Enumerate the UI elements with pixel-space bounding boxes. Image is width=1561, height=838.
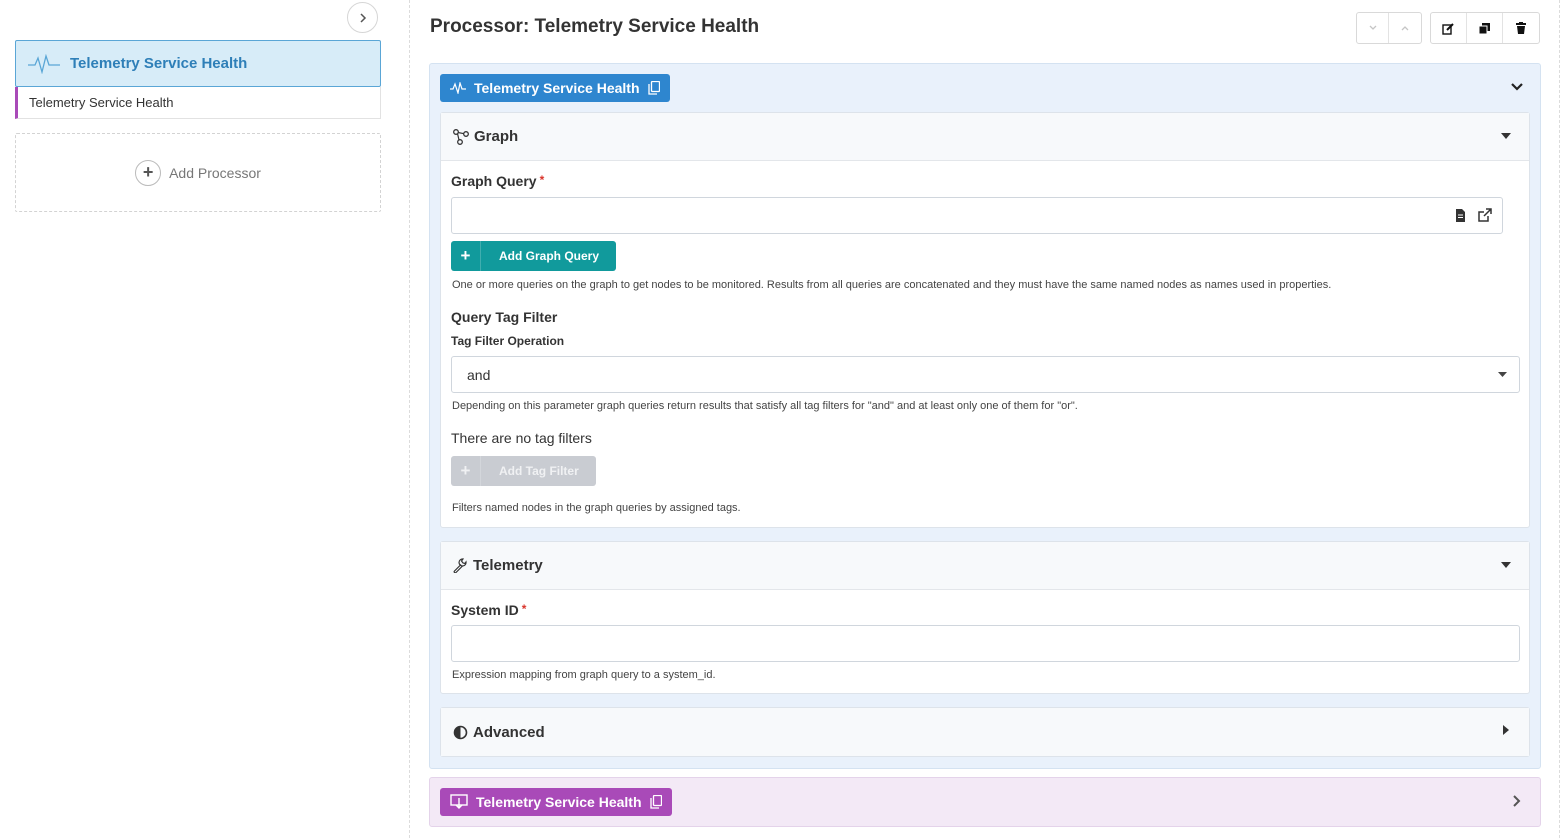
tag-filter-operation-label: Tag Filter Operation xyxy=(451,334,565,348)
edit-button[interactable] xyxy=(1431,13,1467,43)
action-button-group xyxy=(1430,12,1540,44)
required-mark: * xyxy=(521,602,527,616)
graph-icon xyxy=(453,128,469,145)
add-tag-filter-label: Add Tag Filter xyxy=(499,464,579,478)
wrench-icon xyxy=(453,558,468,573)
processor-editor-card: Telemetry Service Health Graph Graph Que… xyxy=(429,63,1541,769)
processor-badge: Telemetry Service Health xyxy=(440,74,670,102)
system-id-input[interactable] xyxy=(451,625,1520,662)
expand-sink-button[interactable] xyxy=(1512,794,1522,811)
panel-divider xyxy=(409,0,410,838)
sink-badge: Telemetry Service Health xyxy=(440,788,672,816)
tag-filter-operation-help: Depending on this parameter graph querie… xyxy=(452,400,1078,412)
collapse-sidebar-button[interactable] xyxy=(347,2,378,33)
right-edge-divider xyxy=(1559,0,1560,838)
graph-section-header[interactable]: Graph xyxy=(441,113,1529,161)
file-icon[interactable] xyxy=(1455,209,1466,222)
graph-section: Graph Graph Query * + Add Graph Query One… xyxy=(440,112,1530,528)
chevron-right-icon xyxy=(1513,795,1521,807)
add-graph-query-label: Add Graph Query xyxy=(499,249,600,263)
sink-badge-label: Telemetry Service Health xyxy=(476,794,642,810)
advanced-section-header[interactable]: Advanced xyxy=(441,708,1529,756)
half-circle-icon xyxy=(453,725,468,740)
copy-icon[interactable] xyxy=(649,795,662,809)
plus-circle-icon: + xyxy=(135,159,162,186)
tag-filter-help: Filters named nodes in the graph queries… xyxy=(452,502,741,514)
edit-icon xyxy=(1442,22,1454,35)
processor-badge-label: Telemetry Service Health xyxy=(474,80,640,96)
tag-filter-operation-value: and xyxy=(467,367,491,383)
advanced-section: Advanced xyxy=(440,707,1530,757)
telemetry-section-title: Telemetry xyxy=(473,557,543,574)
graph-query-input[interactable] xyxy=(451,197,1503,234)
telemetry-section: Telemetry System ID * Expression mapping … xyxy=(440,541,1530,694)
chevron-down-icon xyxy=(1511,83,1523,91)
chevron-up-icon xyxy=(1401,26,1409,31)
pulse-icon xyxy=(450,82,466,94)
plus-icon: + xyxy=(451,241,481,271)
system-id-help: Expression mapping from graph query to a… xyxy=(452,669,716,681)
caret-down-icon xyxy=(1501,133,1511,139)
tag-filter-operation-select[interactable]: and xyxy=(451,356,1520,393)
processor-card-title: Telemetry Service Health xyxy=(70,55,248,72)
move-up-button[interactable] xyxy=(1389,13,1421,43)
graph-section-title: Graph xyxy=(474,128,519,145)
processor-card-subitem[interactable]: Telemetry Service Health xyxy=(15,87,381,119)
chevron-right-icon xyxy=(359,12,366,23)
pulse-icon xyxy=(28,53,60,74)
processor-card-header[interactable]: Telemetry Service Health xyxy=(15,40,381,87)
plus-icon: + xyxy=(451,456,481,486)
sink-card[interactable]: Telemetry Service Health xyxy=(429,777,1541,827)
move-button-group xyxy=(1356,12,1422,44)
telemetry-section-header[interactable]: Telemetry xyxy=(441,542,1529,590)
query-tag-filter-label: Query Tag Filter xyxy=(451,309,558,325)
left-panel: Telemetry Service Health Telemetry Servi… xyxy=(0,0,395,838)
caret-right-icon xyxy=(1503,725,1509,735)
system-id-label: System ID * xyxy=(451,602,527,618)
trash-icon xyxy=(1516,21,1526,34)
advanced-section-title: Advanced xyxy=(473,723,545,741)
external-link-icon[interactable] xyxy=(1477,208,1492,223)
page-title: Processor: Telemetry Service Health xyxy=(430,16,760,37)
caret-down-icon xyxy=(1498,372,1507,377)
add-processor-button[interactable]: + Add Processor xyxy=(15,133,381,212)
required-mark: * xyxy=(539,173,545,187)
collapse-processor-button[interactable] xyxy=(1510,80,1524,95)
processor-card[interactable]: Telemetry Service Health Telemetry Servi… xyxy=(15,40,381,119)
chevron-down-icon xyxy=(1369,25,1376,30)
monitor-download-icon xyxy=(450,794,468,809)
add-graph-query-button[interactable]: + Add Graph Query xyxy=(451,241,617,271)
add-tag-filter-button[interactable]: + Add Tag Filter xyxy=(451,456,596,486)
delete-button[interactable] xyxy=(1503,13,1539,43)
move-down-button[interactable] xyxy=(1357,13,1389,43)
clone-button[interactable] xyxy=(1467,13,1503,43)
add-processor-label: Add Processor xyxy=(169,164,261,181)
caret-down-icon xyxy=(1501,562,1511,568)
graph-query-help: One or more queries on the graph to get … xyxy=(452,279,1332,291)
no-tag-filters-text: There are no tag filters xyxy=(451,430,592,446)
copy-icon[interactable] xyxy=(647,81,660,95)
clone-icon xyxy=(1478,22,1490,34)
graph-query-label: Graph Query * xyxy=(451,173,545,189)
